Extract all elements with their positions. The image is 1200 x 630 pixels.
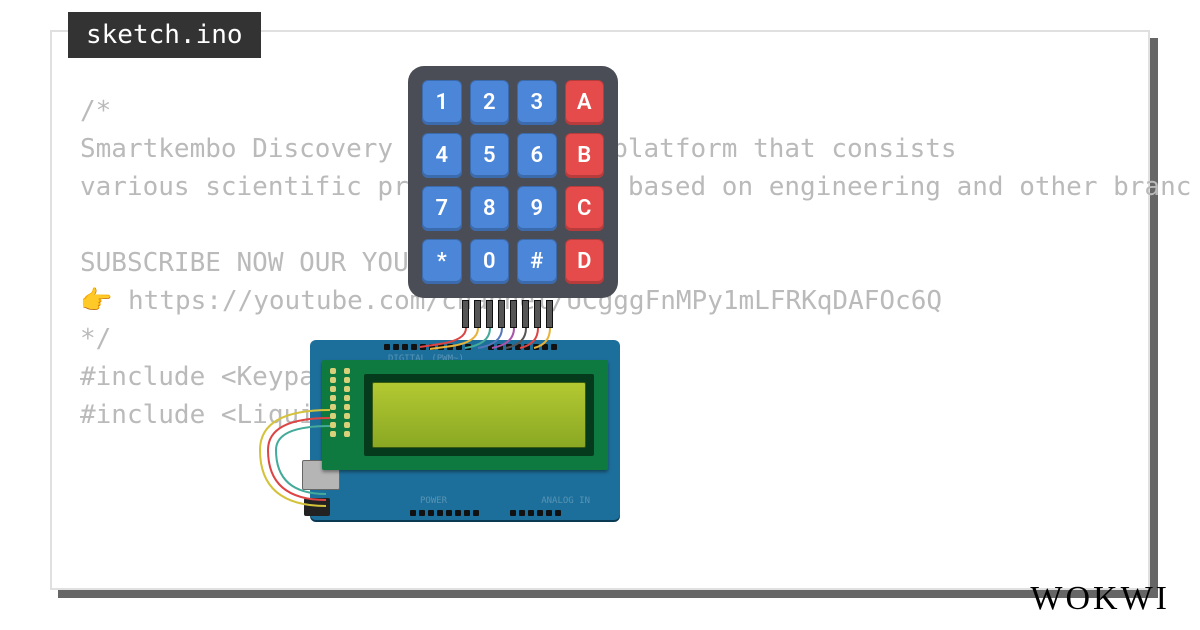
lcd-screen bbox=[372, 382, 586, 448]
arduino-uno-board[interactable]: DIGITAL (PWM~) POWER ANALOG IN bbox=[310, 340, 620, 520]
membrane-keypad: 1 2 3 A 4 5 6 B 7 8 9 C * 0 # D bbox=[408, 66, 618, 298]
keypad-pin bbox=[534, 300, 541, 328]
code-line: #include <LiquidCrystal_I2C.h bbox=[80, 396, 1191, 434]
keypad-key-c[interactable]: C bbox=[565, 186, 605, 231]
keypad-pin bbox=[474, 300, 481, 328]
arduino-assembly: DIGITAL (PWM~) POWER ANALOG IN bbox=[310, 340, 620, 520]
keypad-key-d[interactable]: D bbox=[565, 239, 605, 284]
keypad-key-b[interactable]: B bbox=[565, 133, 605, 178]
keypad-key-1[interactable]: 1 bbox=[422, 80, 462, 125]
lcd-pin-header bbox=[330, 368, 354, 437]
code-line: Smartkembo Discovery Science is a platfo… bbox=[80, 130, 1191, 168]
keypad-key-0[interactable]: 0 bbox=[470, 239, 510, 284]
keypad-connector bbox=[462, 300, 553, 328]
code-line: 👉 https://youtube.com/channel/UCgggFnMPy… bbox=[80, 282, 1191, 320]
code-line: #include <Keypad.h> bbox=[80, 358, 1191, 396]
keypad-pin bbox=[510, 300, 517, 328]
digital-header-right bbox=[488, 344, 557, 350]
keypad-key-star[interactable]: * bbox=[422, 239, 462, 284]
keypad-key-9[interactable]: 9 bbox=[517, 186, 557, 231]
code-line: */ bbox=[80, 320, 1191, 358]
code-preview: /* Smartkembo Discovery Science is a pla… bbox=[80, 92, 1191, 434]
logo-text: WOKWI bbox=[1030, 580, 1170, 617]
silk-label: POWER bbox=[420, 496, 447, 506]
keypad-key-4[interactable]: 4 bbox=[422, 133, 462, 178]
keypad-key-6[interactable]: 6 bbox=[517, 133, 557, 178]
code-line bbox=[80, 206, 1191, 244]
keypad-pin bbox=[498, 300, 505, 328]
keypad-key-3[interactable]: 3 bbox=[517, 80, 557, 125]
digital-header-left bbox=[384, 344, 471, 350]
keypad-pin bbox=[522, 300, 529, 328]
keypad-pin bbox=[486, 300, 493, 328]
code-line: various scientific projects mostly based… bbox=[80, 168, 1191, 206]
keypad-key-8[interactable]: 8 bbox=[470, 186, 510, 231]
wokwi-logo: WOKWI bbox=[1030, 580, 1170, 618]
keypad-key-2[interactable]: 2 bbox=[470, 80, 510, 125]
power-header bbox=[410, 510, 479, 516]
keypad-pin bbox=[462, 300, 469, 328]
keypad-key-hash[interactable]: # bbox=[517, 239, 557, 284]
power-jack-icon bbox=[304, 498, 330, 516]
keypad-key-5[interactable]: 5 bbox=[470, 133, 510, 178]
code-line: /* bbox=[80, 92, 1191, 130]
lcd-frame bbox=[364, 374, 594, 456]
keypad-key-a[interactable]: A bbox=[565, 80, 605, 125]
lcd-shield[interactable] bbox=[322, 360, 608, 470]
filename-text: sketch.ino bbox=[86, 20, 243, 50]
silk-label: ANALOG IN bbox=[541, 496, 590, 506]
code-line: SUBSCRIBE NOW OUR YOUTUBE CHANNEL bbox=[80, 244, 1191, 282]
keypad-pin bbox=[546, 300, 553, 328]
analog-header bbox=[510, 510, 561, 516]
filename-tab[interactable]: sketch.ino bbox=[68, 12, 261, 58]
keypad-key-7[interactable]: 7 bbox=[422, 186, 462, 231]
